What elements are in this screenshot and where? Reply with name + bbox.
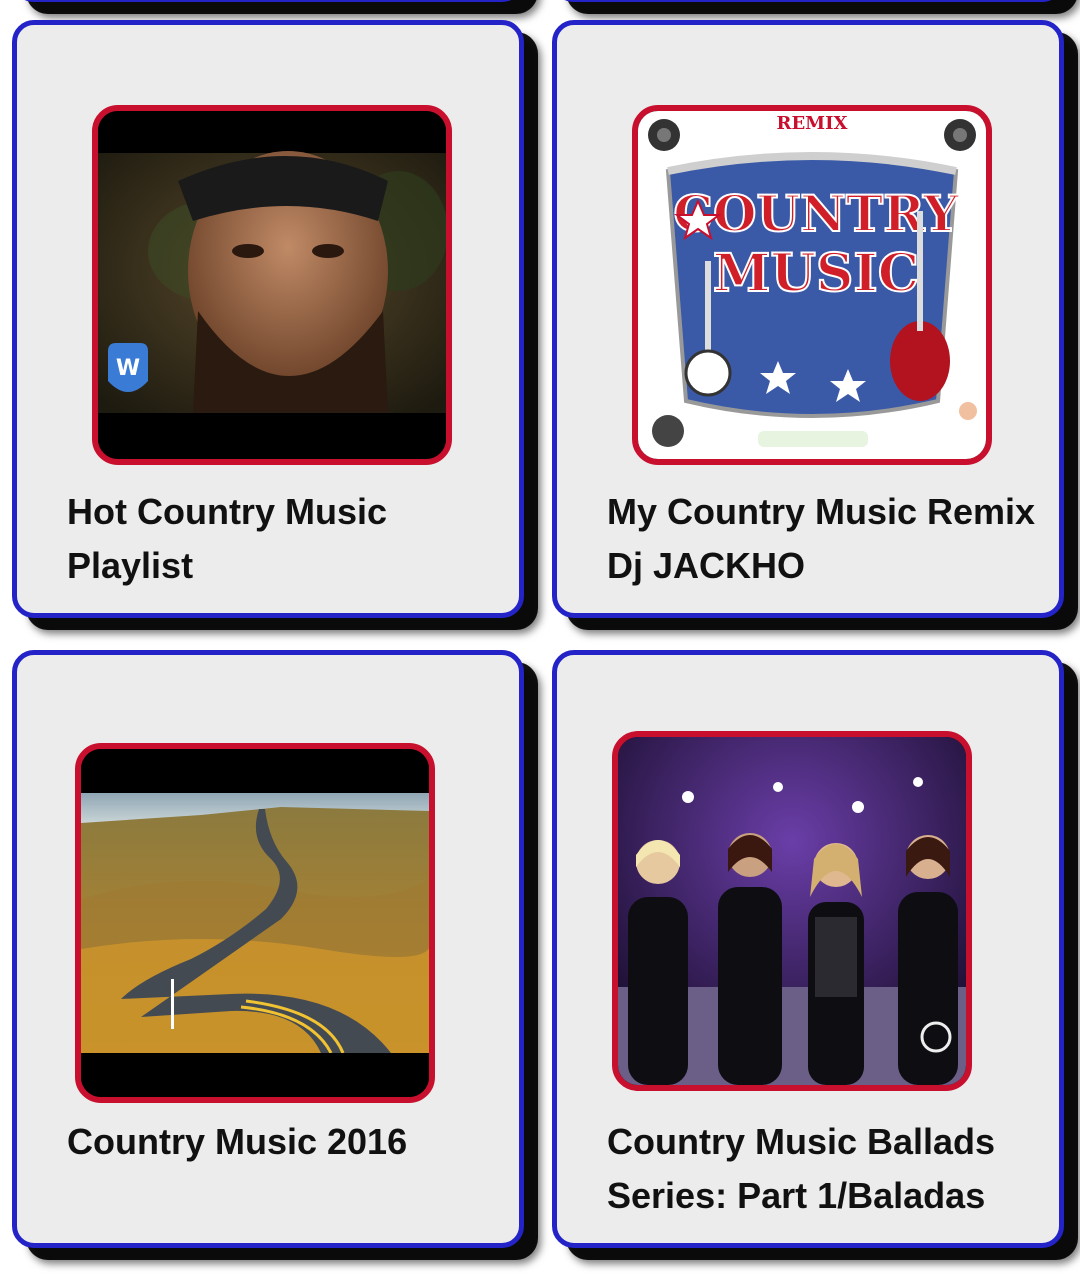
playlist-card[interactable]: Country Music Ballads Series: Part 1/Bal…	[552, 650, 1064, 1248]
video-thumbnail[interactable]: W	[92, 105, 452, 465]
playlist-title: My Country Music Remix Dj JACKHO	[607, 491, 1036, 586]
video-thumbnail[interactable]: REMIX COUNTRY MUSIC	[632, 105, 992, 465]
playlist-card[interactable]: Country Music 2016	[12, 650, 524, 1248]
music-text: MUSIC	[713, 243, 919, 304]
video-thumbnail[interactable]	[612, 731, 972, 1091]
playlist-title: Country Music Ballads Series: Part 1/Bal…	[607, 1121, 996, 1216]
warner-logo-icon: W	[108, 343, 148, 392]
playlist-card-partial-right[interactable]	[552, 0, 1064, 2]
remix-text: REMIX	[777, 113, 848, 134]
playlist-title: Hot Country Music Playlist	[67, 491, 387, 586]
video-thumbnail[interactable]	[75, 743, 435, 1103]
playlist-card[interactable]: REMIX COUNTRY MUSIC My Country Music Rem…	[552, 20, 1064, 618]
playlist-card[interactable]: W Hot Country Music Playlist	[12, 20, 524, 618]
svg-text:W: W	[116, 356, 140, 381]
playlist-title: Country Music 2016	[67, 1121, 408, 1162]
playlist-card-partial-left[interactable]	[12, 0, 524, 2]
